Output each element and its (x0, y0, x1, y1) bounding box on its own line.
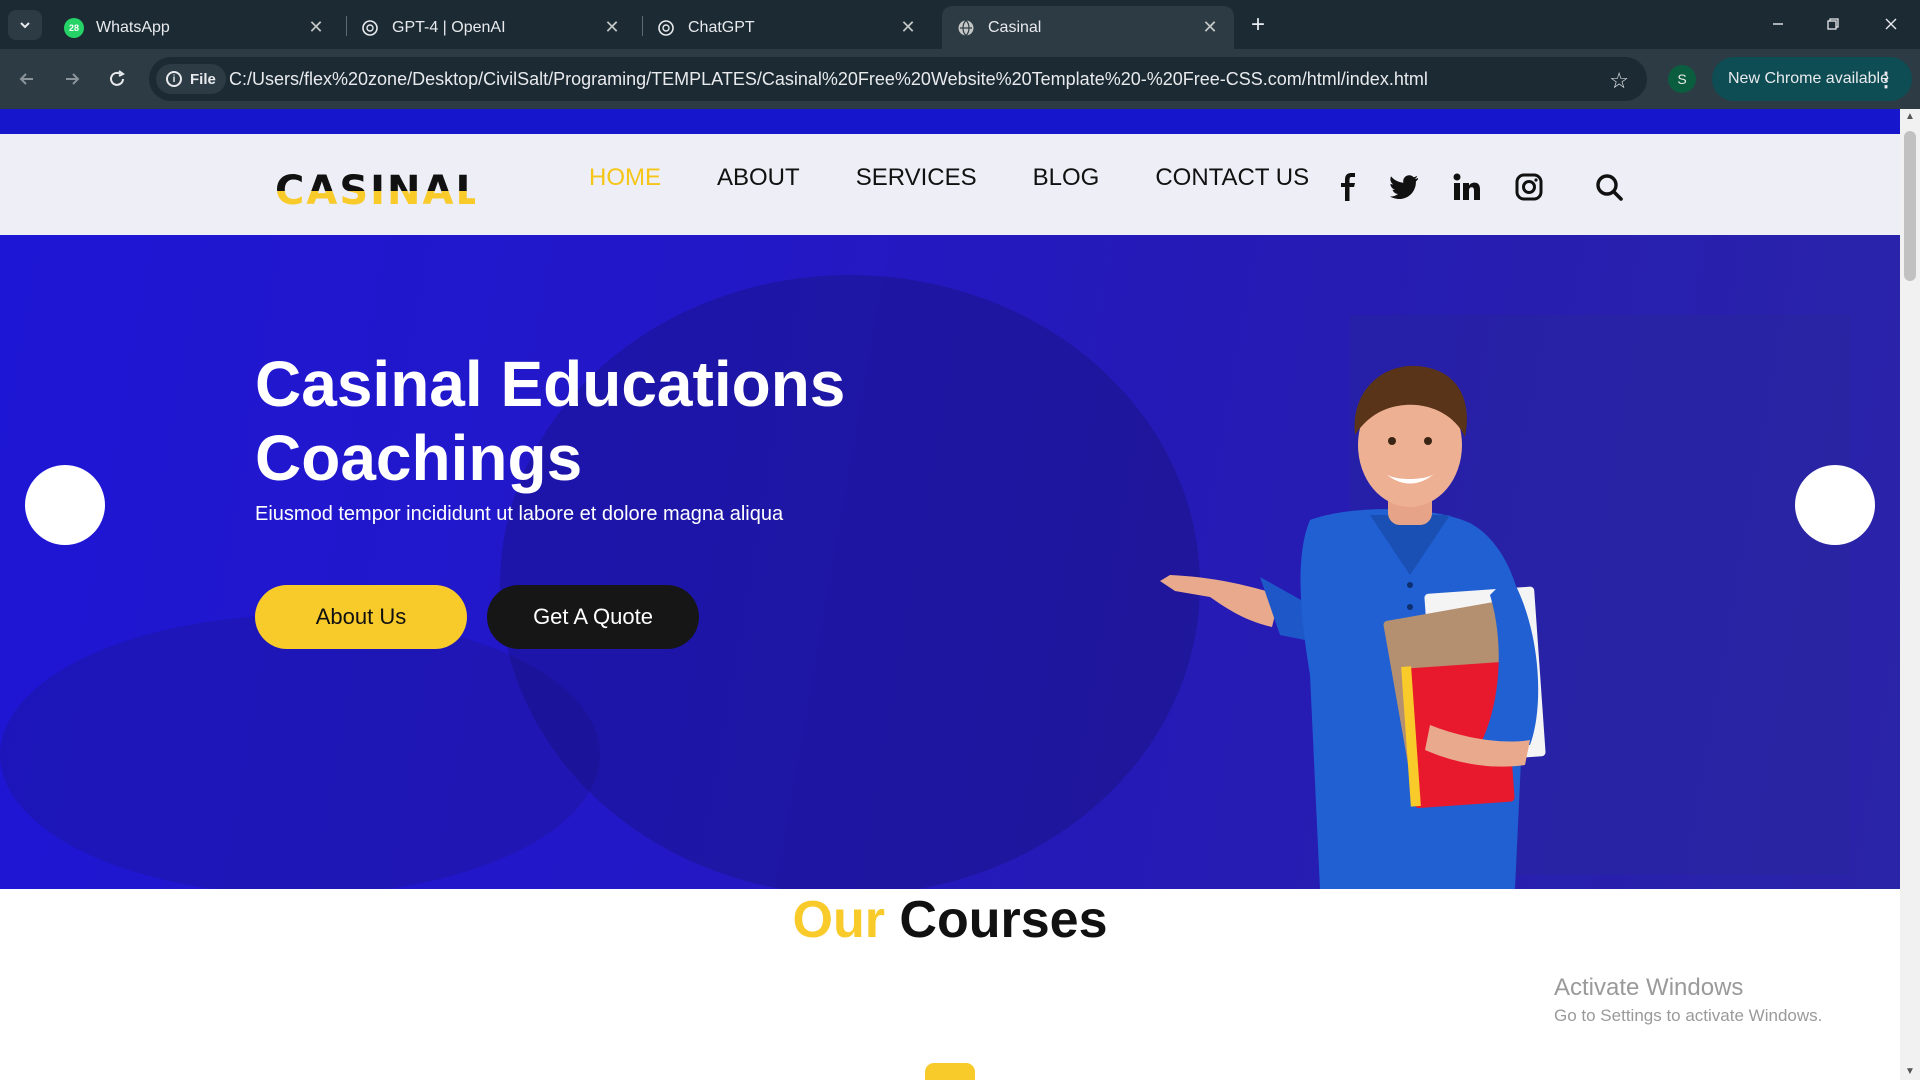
student-image (1160, 365, 1546, 889)
logo-graphic: CASINAL (275, 168, 481, 214)
address-bar[interactable]: i File C:/Users/flex%20zone/Desktop/Civi… (149, 57, 1647, 101)
hero-title-line1: Casinal Educations (255, 348, 846, 420)
main-navigation: HOME ABOUT SERVICES BLOG CONTACT US (589, 164, 1365, 192)
tab-search-button[interactable] (8, 10, 42, 40)
browser-tab-strip: 28 WhatsApp ✕ GPT-4 | OpenAI ✕ ChatGPT ✕… (0, 0, 1920, 49)
nav-contact-us[interactable]: CONTACT US (1155, 164, 1309, 192)
tab-title: GPT-4 | OpenAI (392, 18, 506, 36)
site-logo[interactable]: CASINAL (275, 164, 481, 214)
browser-toolbar: i File C:/Users/flex%20zone/Desktop/Civi… (0, 49, 1920, 109)
hero-title: Casinal Educations Coachings (255, 347, 895, 495)
arrow-left-icon (19, 73, 33, 85)
scroll-down-icon[interactable]: ▼ (1905, 1067, 1915, 1077)
chrome-update-button[interactable]: New Chrome available ⋮ (1712, 57, 1912, 101)
restore-icon (1827, 18, 1839, 30)
info-icon: i (166, 71, 182, 87)
minimize-button[interactable] (1755, 6, 1801, 42)
slider-prev-button[interactable] (25, 465, 105, 545)
hero-title-line2: Coachings (255, 422, 583, 494)
chevron-down-icon (20, 22, 30, 29)
windows-activation-watermark: Activate Windows Go to Settings to activ… (1554, 974, 1822, 1026)
nav-home[interactable]: HOME (589, 164, 661, 192)
courses-heading-accent: Our (792, 891, 885, 949)
courses-heading: Our Courses (0, 890, 1900, 950)
nav-blog[interactable]: BLOG (1033, 164, 1100, 192)
more-menu-icon[interactable]: ⋮ (1876, 67, 1896, 92)
back-button[interactable] (10, 62, 44, 96)
page-scrollbar[interactable]: ▲ ▼ (1900, 109, 1920, 1080)
restore-button[interactable] (1810, 6, 1856, 42)
close-icon[interactable]: ✕ (306, 17, 326, 38)
tab-whatsapp[interactable]: 28 WhatsApp ✕ (50, 6, 340, 49)
globe-icon (956, 18, 976, 38)
page-viewport: CASINAL HOME ABOUT SERVICES BLOG CONTACT… (0, 109, 1900, 1080)
close-icon[interactable]: ✕ (1200, 17, 1220, 38)
logo-text: CASINAL (275, 168, 475, 212)
url-text[interactable]: C:/Users/flex%20zone/Desktop/CivilSalt/P… (229, 69, 1428, 90)
activate-subtitle: Go to Settings to activate Windows. (1554, 1006, 1823, 1025)
linkedin-icon[interactable] (1450, 170, 1484, 204)
close-window-button[interactable] (1868, 6, 1914, 42)
tab-title: Casinal (988, 18, 1042, 36)
tab-title: WhatsApp (96, 18, 170, 36)
tab-casinal[interactable]: Casinal ✕ (942, 6, 1234, 49)
update-label: New Chrome available (1728, 70, 1889, 87)
nav-services[interactable]: SERVICES (856, 164, 977, 192)
top-color-strip (0, 109, 1900, 134)
slider-next-button[interactable] (1795, 465, 1875, 545)
nav-about[interactable]: ABOUT (717, 164, 800, 192)
tab-badge: 28 (68, 22, 79, 33)
site-header: CASINAL HOME ABOUT SERVICES BLOG CONTACT… (0, 134, 1900, 235)
site-info-chip[interactable]: i File (156, 64, 226, 94)
scroll-up-icon[interactable]: ▲ (1905, 112, 1915, 122)
about-us-button[interactable]: About Us (255, 585, 467, 649)
search-icon[interactable] (1592, 170, 1626, 204)
openai-icon (360, 18, 380, 38)
reload-button[interactable] (100, 62, 134, 96)
get-a-quote-button[interactable]: Get A Quote (487, 585, 699, 649)
new-tab-button[interactable]: + (1244, 11, 1272, 39)
tab-gpt4-openai[interactable]: GPT-4 | OpenAI ✕ (346, 6, 636, 49)
heading-underline (925, 1063, 975, 1080)
tab-title: ChatGPT (688, 18, 755, 36)
hero-banner: Casinal Educations Coachings Eiusmod tem… (0, 235, 1900, 889)
plus-icon: + (1250, 11, 1265, 38)
twitter-icon[interactable] (1387, 170, 1421, 204)
close-icon[interactable]: ✕ (898, 17, 918, 38)
activate-title: Activate Windows (1554, 974, 1744, 1001)
facebook-icon[interactable] (1331, 170, 1365, 204)
close-icon[interactable]: ✕ (602, 17, 622, 38)
courses-heading-rest: Courses (899, 891, 1108, 949)
instagram-icon[interactable] (1512, 170, 1546, 204)
reload-icon (110, 70, 125, 86)
arrow-right-icon (66, 73, 80, 85)
minimize-icon (1773, 23, 1783, 25)
tab-chatgpt[interactable]: ChatGPT ✕ (642, 6, 932, 49)
bookmark-star-icon[interactable]: ☆ (1609, 68, 1629, 94)
whatsapp-icon: 28 (64, 17, 84, 38)
scrollbar-thumb[interactable] (1904, 131, 1916, 281)
forward-button[interactable] (55, 62, 89, 96)
close-icon (1885, 18, 1897, 30)
profile-avatar[interactable]: S (1668, 65, 1696, 93)
site-info-label: File (190, 70, 216, 88)
openai-icon (656, 18, 676, 38)
hero-subtitle: Eiusmod tempor incididunt ut labore et d… (255, 503, 784, 525)
